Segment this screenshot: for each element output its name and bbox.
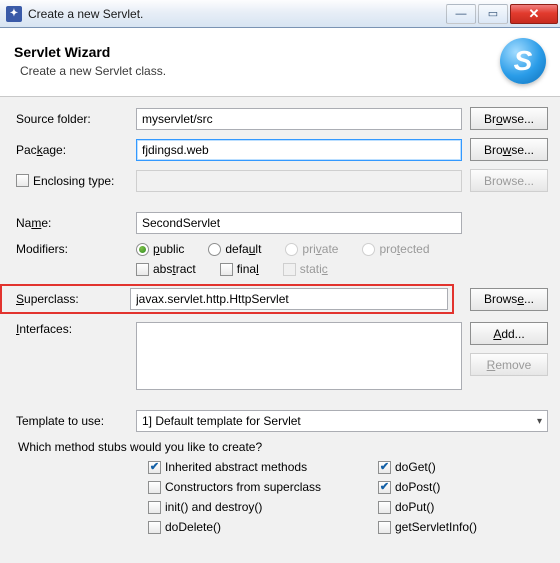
superclass-browse-button[interactable]: Browse... <box>470 288 548 311</box>
method-constructors-check[interactable]: Constructors from superclass <box>148 480 378 494</box>
method-initdestroy-check[interactable]: init() and destroy() <box>148 500 378 514</box>
interfaces-add-button[interactable]: Add... <box>470 322 548 345</box>
window-title: Create a new Servlet. <box>28 7 446 21</box>
method-doget-check[interactable]: doGet() <box>378 460 558 474</box>
enclosing-type-input <box>136 170 462 192</box>
superclass-input[interactable] <box>130 288 448 310</box>
modifier-abstract-check[interactable]: abstract <box>136 262 196 276</box>
app-icon: ✦ <box>6 6 22 22</box>
template-selected-value: 1] Default template for Servlet <box>142 414 301 428</box>
method-getservletinfo-check[interactable]: getServletInfo() <box>378 520 558 534</box>
wizard-banner: Servlet Wizard Create a new Servlet clas… <box>0 28 560 97</box>
method-dodelete-check[interactable]: doDelete() <box>148 520 378 534</box>
wizard-content: Source folder: Browse... Package: Browse… <box>0 97 560 563</box>
modifier-public-radio[interactable]: public <box>136 242 184 256</box>
servlet-badge-icon: S <box>500 38 546 84</box>
wizard-subtitle: Create a new Servlet class. <box>20 64 500 78</box>
method-inherited-check[interactable]: Inherited abstract methods <box>148 460 378 474</box>
titlebar: ✦ Create a new Servlet. — ▭ ✕ <box>0 0 560 28</box>
modifiers-label: Modifiers: <box>16 242 128 256</box>
chevron-down-icon: ▾ <box>537 416 542 427</box>
method-dopost-check[interactable]: doPost() <box>378 480 558 494</box>
package-label: Package: <box>16 143 128 157</box>
name-label: Name: <box>16 216 128 230</box>
method-stubs-question: Which method stubs would you like to cre… <box>18 440 548 454</box>
minimize-button[interactable]: — <box>446 4 476 24</box>
close-button[interactable]: ✕ <box>510 4 558 24</box>
source-folder-label: Source folder: <box>16 112 128 126</box>
template-label: Template to use: <box>16 414 128 428</box>
enclosing-type-toggle[interactable]: Enclosing type: <box>16 174 128 188</box>
modifier-default-radio[interactable]: default <box>208 242 261 256</box>
interfaces-label: Interfaces: <box>16 322 128 336</box>
interfaces-remove-button: Remove <box>470 353 548 376</box>
window-controls: — ▭ ✕ <box>446 4 558 24</box>
wizard-heading: Servlet Wizard <box>14 44 500 60</box>
template-select[interactable]: 1] Default template for Servlet ▾ <box>136 410 548 432</box>
modifier-protected-radio: protected <box>362 242 429 256</box>
package-browse-button[interactable]: Browse... <box>470 138 548 161</box>
superclass-highlight: Superclass: <box>0 284 454 314</box>
enclosing-type-checkbox[interactable] <box>16 174 29 187</box>
method-stubs-section: Which method stubs would you like to cre… <box>16 440 548 534</box>
modifier-static-check: static <box>283 262 328 276</box>
source-folder-browse-button[interactable]: Browse... <box>470 107 548 130</box>
method-doput-check[interactable]: doPut() <box>378 500 558 514</box>
package-input[interactable] <box>136 139 462 161</box>
source-folder-input[interactable] <box>136 108 462 130</box>
modifier-private-radio: private <box>285 242 338 256</box>
enclosing-type-browse-button: Browse... <box>470 169 548 192</box>
modifier-final-check[interactable]: final <box>220 262 259 276</box>
maximize-button[interactable]: ▭ <box>478 4 508 24</box>
interfaces-list[interactable] <box>136 322 462 390</box>
name-input[interactable] <box>136 212 462 234</box>
superclass-label: Superclass: <box>16 292 130 306</box>
